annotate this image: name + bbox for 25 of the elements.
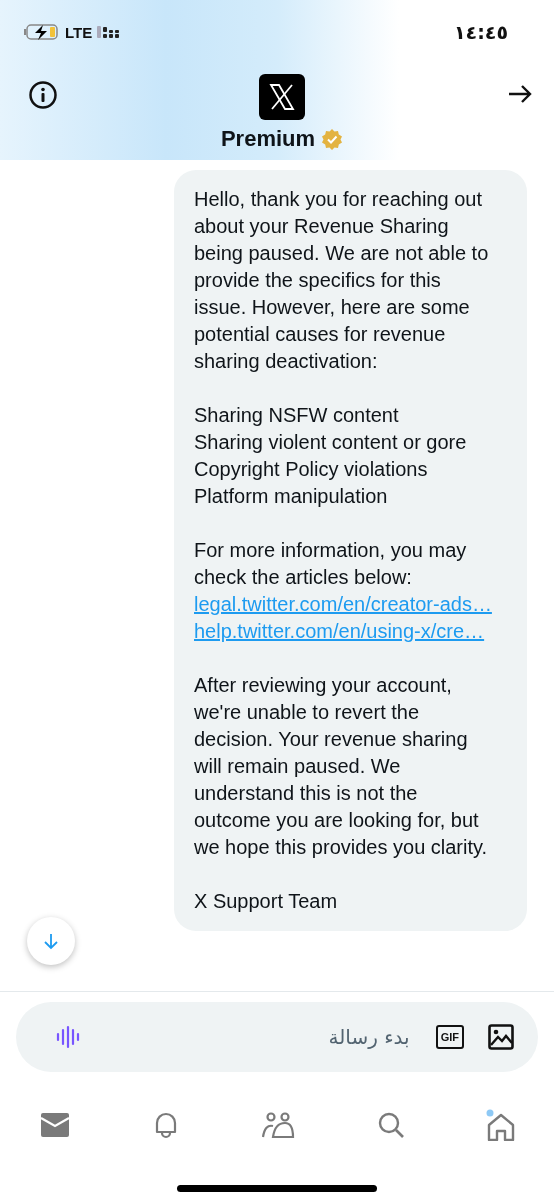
message-text: Sharing NSFW content: [194, 403, 400, 428]
clock-time: ١٤:٤٥: [454, 21, 508, 43]
message-text: After reviewing your account, we're unable to revert the decision. Your revenue sharing will remain paused. We understand this is not the outcome you are looking for, but we hope this provides you clarity.: [194, 673, 489, 860]
network-type: LTE: [65, 23, 93, 41]
message-text: Sharing violent content or gore: [194, 430, 468, 455]
home-icon[interactable]: [486, 1109, 516, 1141]
voice-wave-icon[interactable]: [56, 1025, 82, 1049]
gif-button[interactable]: GIF: [435, 1025, 464, 1049]
message-text: Copyright Policy violations: [194, 457, 429, 482]
message-text: Platform manipulation: [194, 484, 389, 509]
search-icon[interactable]: [376, 1111, 405, 1139]
message-text: For more information, you may check the articles below:: [194, 538, 468, 590]
arrow-down-icon: [42, 932, 60, 950]
battery-charging-icon: [24, 23, 60, 41]
verified-badge-icon: [321, 128, 344, 150]
info-icon[interactable]: [28, 80, 58, 110]
message-text: X Support Team: [194, 889, 339, 914]
mail-icon[interactable]: [40, 1112, 70, 1138]
people-icon[interactable]: [261, 1111, 295, 1139]
x-logo-icon: [259, 74, 305, 120]
scroll-down-button[interactable]: [27, 917, 75, 965]
chat-title: Premium: [220, 126, 316, 152]
message-text: Hello, thank you for reaching out about your Revenue Sharing being paused. We are not able to provide the specifics for this issue. However, here are some potential causes for revenue sharing deactivation:: [194, 187, 490, 374]
signal-icon: [97, 24, 122, 40]
image-icon[interactable]: [488, 1024, 514, 1050]
